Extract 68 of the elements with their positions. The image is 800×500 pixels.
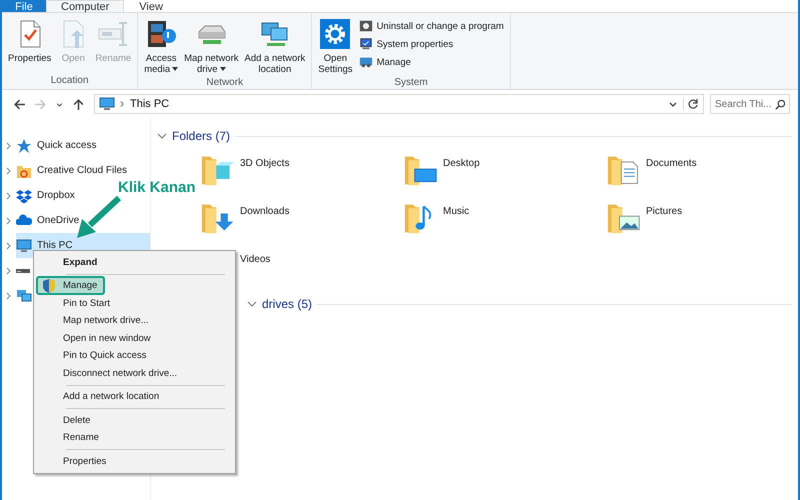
settings-icon bbox=[319, 18, 352, 50]
folder-item[interactable]: Videos bbox=[201, 248, 270, 296]
search-icon bbox=[775, 99, 786, 110]
folder-item[interactable]: Downloads bbox=[201, 200, 290, 248]
sidebar-item[interactable]: OneDrive bbox=[16, 208, 84, 233]
dropbox-icon bbox=[16, 188, 32, 204]
refresh-icon bbox=[683, 98, 699, 110]
group-label: System bbox=[393, 77, 429, 89]
folder-item[interactable]: Music bbox=[404, 200, 470, 248]
menu-item[interactable]: Manage bbox=[36, 276, 106, 296]
ribbon-tab[interactable]: View bbox=[124, 0, 178, 12]
chevron-down-icon bbox=[247, 301, 257, 307]
file-tab[interactable]: File bbox=[2, 0, 46, 12]
ribbon-button[interactable]: Uninstall or change a program bbox=[356, 18, 506, 34]
ribbon-tab[interactable]: Computer bbox=[46, 0, 124, 12]
annotation-label: Klik Kanan bbox=[118, 179, 196, 196]
chevron-right-icon bbox=[6, 242, 12, 250]
menu-item[interactable]: Add a network location bbox=[36, 388, 168, 406]
ribbon-button[interactable]: Add a network location bbox=[242, 16, 308, 77]
computer-icon bbox=[99, 96, 115, 112]
sidebar-item[interactable]: Dropbox bbox=[16, 183, 79, 208]
ribbon-button[interactable]: Properties bbox=[6, 16, 54, 75]
ribbon-button[interactable]: Manage bbox=[356, 54, 506, 70]
chevron-right-icon bbox=[6, 166, 12, 174]
back-icon bbox=[13, 98, 26, 110]
drive-icon bbox=[16, 268, 30, 272]
address-bar[interactable]: This PC bbox=[94, 94, 704, 114]
chevron-right-icon bbox=[6, 192, 12, 200]
network-icon bbox=[16, 288, 32, 304]
pointer-arrow bbox=[77, 196, 122, 238]
computer-check-icon bbox=[358, 37, 373, 51]
ribbon-button[interactable]: Open Settings bbox=[316, 16, 355, 77]
ribbon-button[interactable]: Map network drive bbox=[182, 16, 240, 77]
folder-item[interactable]: Desktop bbox=[404, 152, 480, 200]
menu-item[interactable]: Pin to Start bbox=[36, 294, 118, 312]
folder-item[interactable]: 3D Objects bbox=[201, 152, 290, 200]
folder-item[interactable]: Documents bbox=[607, 152, 697, 200]
up-icon bbox=[72, 98, 85, 110]
chevron-down-icon bbox=[157, 133, 167, 139]
menu-item[interactable]: Pin to Quick access bbox=[36, 347, 154, 364]
menu-item[interactable]: Map network drive... bbox=[36, 312, 157, 330]
search-field[interactable]: Search Thi... bbox=[710, 94, 790, 114]
chevron-right-icon bbox=[6, 142, 12, 150]
computer-management-icon bbox=[358, 55, 373, 69]
chevron-right-icon bbox=[120, 100, 125, 108]
ribbon-button[interactable]: System properties bbox=[356, 36, 506, 52]
menu-item[interactable]: Delete bbox=[36, 412, 98, 429]
computer-icon bbox=[16, 238, 32, 254]
ribbon-button[interactable]: Access media bbox=[142, 16, 180, 77]
menu-item[interactable]: Open in new window bbox=[36, 330, 159, 347]
chevron-right-icon bbox=[6, 216, 12, 224]
menu-item[interactable]: Properties bbox=[36, 452, 114, 470]
menu-item[interactable]: Disconnect network drive... bbox=[36, 364, 186, 382]
star-icon bbox=[16, 138, 32, 154]
sidebar-item[interactable]: Quick access bbox=[16, 133, 100, 158]
shield-icon bbox=[41, 278, 57, 294]
section-title: Folders (7) bbox=[172, 129, 230, 143]
menu-item[interactable]: Rename bbox=[36, 429, 107, 446]
chevron-right-icon bbox=[6, 266, 12, 274]
folder-item[interactable]: Pictures bbox=[607, 200, 682, 248]
group-label: Network bbox=[205, 77, 244, 89]
program-box-icon bbox=[358, 19, 373, 33]
section-title: drives (5) bbox=[262, 297, 312, 311]
chevron-right-icon bbox=[6, 292, 12, 300]
group-label: Location bbox=[50, 75, 90, 88]
address-path: This PC bbox=[130, 98, 170, 110]
media-icon bbox=[145, 18, 178, 50]
forward-icon bbox=[34, 98, 47, 110]
